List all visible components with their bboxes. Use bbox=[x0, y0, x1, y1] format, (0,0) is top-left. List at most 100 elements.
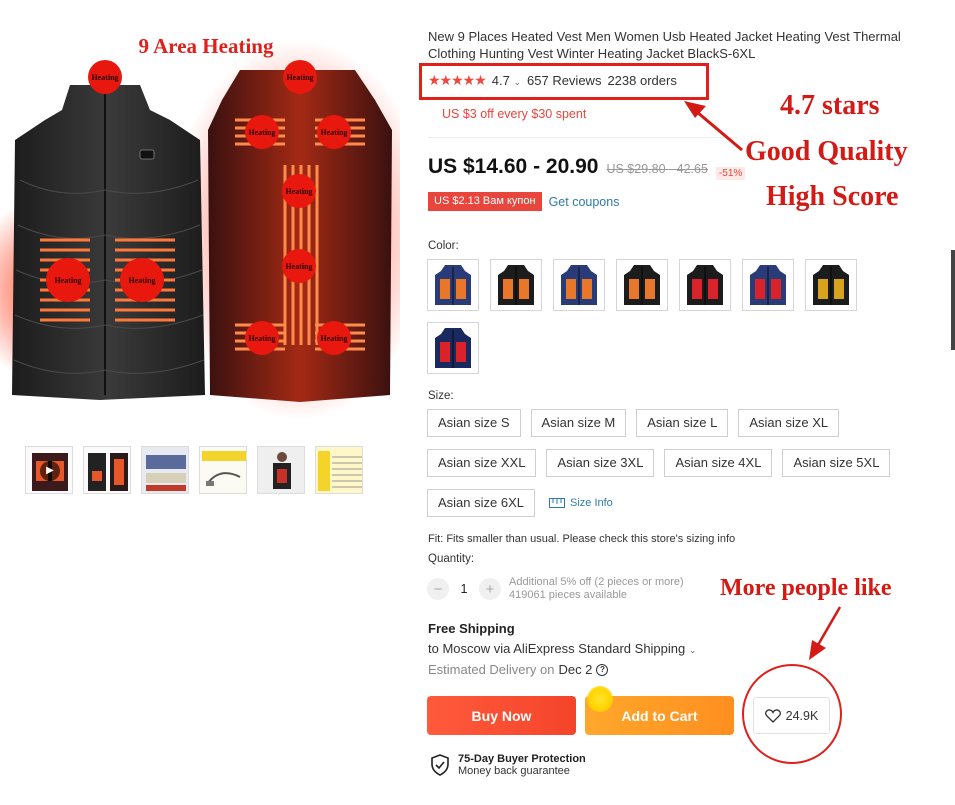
color-swatch[interactable] bbox=[427, 259, 479, 311]
color-label: Color: bbox=[428, 240, 459, 252]
buy-now-button[interactable]: Buy Now bbox=[427, 696, 576, 735]
reviews-count[interactable]: 657 Reviews bbox=[527, 73, 601, 88]
shield-check-icon bbox=[431, 754, 449, 776]
heating-label: Heating bbox=[285, 262, 312, 271]
thumbnail-detail[interactable] bbox=[141, 446, 189, 494]
vest-swatch-icon bbox=[750, 265, 786, 305]
color-swatch[interactable] bbox=[742, 259, 794, 311]
annotation-good-quality: Good Quality bbox=[745, 136, 908, 167]
help-icon[interactable]: ? bbox=[596, 663, 609, 676]
bulk-discount-note: Additional 5% off (2 pieces or more) bbox=[509, 576, 684, 588]
size-option-5xl[interactable]: Asian size 5XL bbox=[782, 449, 891, 477]
size-option-l[interactable]: Asian size L bbox=[636, 409, 729, 437]
color-swatch[interactable] bbox=[427, 322, 479, 374]
size-option-4xl[interactable]: Asian size 4XL bbox=[664, 449, 773, 477]
vest-swatch-icon bbox=[435, 265, 471, 305]
heated-vests-illustration: Heating Heating Heating Heating Heating … bbox=[0, 40, 400, 420]
heating-label: Heating bbox=[285, 187, 312, 196]
quantity-increase-button[interactable]: + bbox=[479, 578, 501, 600]
size-option-6xl[interactable]: Asian size 6XL bbox=[427, 489, 535, 517]
price-row: US $14.60 - 20.90 US $29.80 - 42.65 -51% bbox=[428, 155, 746, 180]
fit-note: Fit: Fits smaller than usual. Please che… bbox=[428, 533, 736, 545]
color-swatch[interactable] bbox=[805, 259, 857, 311]
original-price: US $29.80 - 42.65 bbox=[606, 162, 708, 176]
heart-icon bbox=[764, 708, 781, 723]
stock-available: 419061 pieces available bbox=[509, 589, 628, 601]
color-swatch[interactable] bbox=[490, 259, 542, 311]
heating-label: Heating bbox=[248, 334, 275, 343]
get-coupons-link[interactable]: Get coupons bbox=[549, 195, 620, 209]
color-swatches bbox=[427, 259, 867, 374]
shipping-method[interactable]: to Moscow via AliExpress Standard Shippi… bbox=[428, 641, 696, 656]
thumbnail-vest-black[interactable] bbox=[83, 446, 131, 494]
scrollbar-edge bbox=[951, 250, 955, 350]
annotation-high-score: High Score bbox=[766, 181, 899, 212]
store-promo[interactable]: US $3 off every $30 spent bbox=[442, 107, 586, 121]
rating-row: ★★★★★ 4.7 ⌄ 657 Reviews 2238 orders bbox=[428, 72, 677, 89]
cursor-highlight-dot bbox=[587, 686, 613, 712]
vest-swatch-icon bbox=[624, 265, 660, 305]
vest-swatch-icon bbox=[561, 265, 597, 305]
size-info-label: Size Info bbox=[570, 497, 613, 509]
arrow-to-rating bbox=[684, 101, 743, 152]
heating-label: Heating bbox=[286, 73, 313, 82]
free-shipping-label: Free Shipping bbox=[428, 621, 515, 636]
size-info-link[interactable]: Size Info bbox=[549, 497, 613, 509]
color-swatch[interactable] bbox=[553, 259, 605, 311]
play-icon[interactable]: ▶ bbox=[40, 461, 60, 481]
image-headline: 9 Area Heating bbox=[138, 34, 274, 58]
estimated-delivery: Estimated Delivery on Dec 2 ? bbox=[428, 662, 609, 677]
divider bbox=[428, 137, 738, 138]
protection-subtitle: Money back guarantee bbox=[458, 765, 570, 777]
thumbnail-usb-cable[interactable] bbox=[199, 446, 247, 494]
size-option-3xl[interactable]: Asian size 3XL bbox=[546, 449, 655, 477]
star-rating-icon: ★★★★★ bbox=[428, 72, 487, 88]
quantity-value[interactable]: 1 bbox=[449, 582, 479, 596]
rating-score[interactable]: 4.7 ⌄ bbox=[492, 73, 521, 88]
main-product-image: 9 Area Heating Heating Heating Heating H… bbox=[0, 30, 400, 435]
size-option-s[interactable]: Asian size S bbox=[427, 409, 521, 437]
quantity-label: Quantity: bbox=[428, 553, 475, 565]
thumbnail-model[interactable] bbox=[257, 446, 305, 494]
size-option-xl[interactable]: Asian size XL bbox=[738, 409, 840, 437]
annotation-more-people: More people like bbox=[720, 575, 892, 601]
heating-label: Heating bbox=[128, 276, 155, 285]
delivery-date: Dec 2 bbox=[558, 662, 593, 677]
product-title: New 9 Places Heated Vest Men Women Usb H… bbox=[428, 29, 901, 61]
vest-swatch-icon bbox=[813, 265, 849, 305]
ruler-icon bbox=[549, 498, 565, 508]
delivery-label: Estimated Delivery on bbox=[428, 662, 555, 677]
size-option-xxl[interactable]: Asian size XXL bbox=[427, 449, 537, 477]
orders-count: 2238 orders bbox=[607, 73, 677, 88]
heating-label: Heating bbox=[320, 128, 347, 137]
wishlist-button[interactable]: 24.9K bbox=[753, 697, 830, 734]
size-option-m[interactable]: Asian size M bbox=[530, 409, 627, 437]
protection-title: 75-Day Buyer Protection bbox=[458, 753, 586, 765]
color-swatch[interactable] bbox=[679, 259, 731, 311]
current-price: US $14.60 - 20.90 bbox=[428, 155, 599, 178]
coupon-row: US $2.13 Вам купон Get coupons bbox=[428, 192, 619, 211]
thumbnail-video[interactable]: ▶ bbox=[25, 446, 73, 494]
arrow-to-wishlist bbox=[809, 606, 842, 660]
size-label: Size: bbox=[428, 390, 454, 402]
thumbnail-strip: ▶ bbox=[25, 446, 363, 494]
size-options: Asian size S Asian size M Asian size L A… bbox=[427, 409, 907, 529]
vest-swatch-icon bbox=[435, 328, 471, 368]
color-swatch[interactable] bbox=[616, 259, 668, 311]
heating-label: Heating bbox=[320, 334, 347, 343]
quantity-stepper: − 1 + Additional 5% off (2 pieces or mor… bbox=[427, 576, 684, 602]
chevron-down-icon: ⌄ bbox=[513, 77, 522, 87]
discount-badge: -51% bbox=[715, 167, 746, 180]
heating-label: Heating bbox=[54, 276, 81, 285]
annotation-stars: 4.7 stars bbox=[780, 90, 880, 121]
quantity-note: Additional 5% off (2 pieces or more) 419… bbox=[509, 576, 684, 602]
coupon-tag[interactable]: US $2.13 Вам купон bbox=[428, 192, 542, 211]
quantity-decrease-button[interactable]: − bbox=[427, 578, 449, 600]
heating-label: Heating bbox=[91, 73, 118, 82]
wishlist-count: 24.9K bbox=[785, 708, 819, 723]
buyer-protection: 75-Day Buyer Protection Money back guara… bbox=[430, 753, 586, 777]
thumbnail-size-chart[interactable] bbox=[315, 446, 363, 494]
chevron-down-icon: ⌄ bbox=[688, 645, 697, 655]
vest-swatch-icon bbox=[687, 265, 723, 305]
vest-swatch-icon bbox=[498, 265, 534, 305]
